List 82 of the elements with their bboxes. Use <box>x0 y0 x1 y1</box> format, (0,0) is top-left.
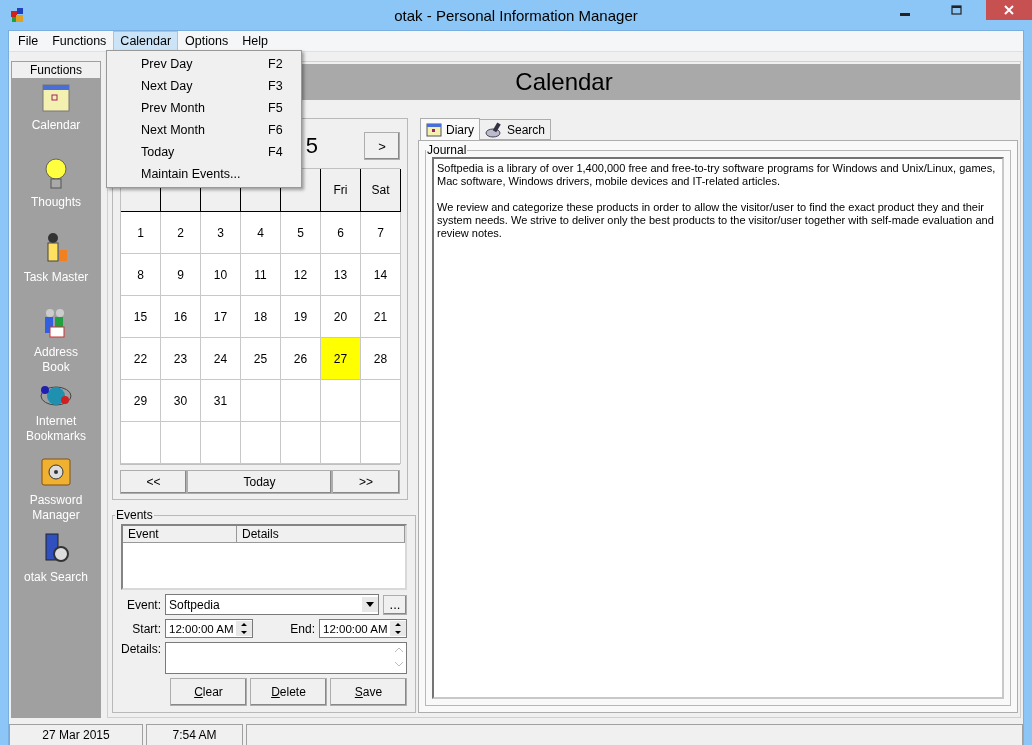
journal-field[interactable]: Softpedia is a library of over 1,400,000 free and free-to-try software programs for Windows and Unix/Linux, games, Mac software, Windows drivers, mobile devices and IT-related articles. We review and categorize these products in order to allow the visitor/user to find the exact product they and their system needs. We strive to deliver only the best products to the visitor/user together with self-made evaluation and review notes. <box>432 157 1004 699</box>
day-cell[interactable]: 25 <box>241 338 281 380</box>
day-cell[interactable]: 20 <box>321 296 361 338</box>
field-label: Details: <box>121 642 161 656</box>
weekday-header: Sat <box>361 169 401 212</box>
day-cell[interactable]: 4 <box>241 212 281 254</box>
menu-entry[interactable]: Next Month F6 <box>107 119 301 141</box>
field-label: End: <box>289 621 315 636</box>
spinner-icon[interactable] <box>390 621 406 636</box>
menu-item[interactable]: Options <box>178 31 236 51</box>
menu-entry[interactable]: Today F4 <box>107 141 301 163</box>
day-cell[interactable]: 28 <box>361 338 401 380</box>
calendar-icon <box>40 82 72 114</box>
day-cell[interactable]: 19 <box>281 296 321 338</box>
magnifier-icon <box>485 121 503 138</box>
day-cell[interactable]: 5 <box>281 212 321 254</box>
day-cell[interactable]: 27 <box>321 338 361 380</box>
day-cell[interactable]: 12 <box>281 254 321 296</box>
sidebar-tab[interactable]: Functions <box>11 61 101 78</box>
tab[interactable]: Diary <box>420 118 480 140</box>
day-cell[interactable]: 21 <box>361 296 401 338</box>
menu-item[interactable]: Calendar <box>113 31 179 51</box>
group-title: Events <box>115 508 154 522</box>
day-cell[interactable]: 26 <box>281 338 321 380</box>
field-label: Event: <box>125 597 161 612</box>
tab[interactable]: Search <box>479 119 552 140</box>
prev-button[interactable]: << <box>120 470 187 494</box>
day-cell[interactable]: 9 <box>161 254 201 296</box>
details-field[interactable] <box>165 642 407 674</box>
action-button[interactable]: Clear <box>170 678 247 706</box>
day-cell[interactable]: 14 <box>361 254 401 296</box>
day-cell[interactable]: 24 <box>201 338 241 380</box>
day-cell[interactable]: 30 <box>161 380 201 422</box>
day-cell[interactable]: 7 <box>361 212 401 254</box>
day-cell[interactable]: 18 <box>241 296 281 338</box>
menu-item[interactable]: Help <box>235 31 275 51</box>
spinner-icon[interactable] <box>236 621 252 636</box>
day-cell[interactable]: 1 <box>121 212 161 254</box>
minimize-icon <box>900 12 910 16</box>
status-time: 7:54 AM <box>146 724 243 745</box>
day-cell[interactable]: 29 <box>121 380 161 422</box>
column-header[interactable]: Details <box>237 526 405 543</box>
menu-entry[interactable]: Next Day F3 <box>107 75 301 97</box>
day-cell[interactable]: 11 <box>241 254 281 296</box>
calendar-icon <box>426 122 442 137</box>
day-cell[interactable]: 31 <box>201 380 241 422</box>
day-cell[interactable]: 3 <box>201 212 241 254</box>
day-cell[interactable]: 22 <box>121 338 161 380</box>
close-button[interactable] <box>986 0 1032 20</box>
menu-entry[interactable]: Maintain Events... <box>107 163 301 185</box>
today-button[interactable]: Today <box>187 470 332 494</box>
day-cell[interactable]: 23 <box>161 338 201 380</box>
day-cell[interactable]: 16 <box>161 296 201 338</box>
action-button[interactable]: Save <box>330 678 407 706</box>
safe-icon <box>40 457 72 489</box>
menu-item[interactable]: Functions <box>45 31 114 51</box>
action-button[interactable]: Delete <box>250 678 327 706</box>
event-dropdown[interactable]: Softpedia <box>165 594 379 615</box>
weekday-header: Fri <box>321 169 361 212</box>
menu-item[interactable]: File <box>11 31 46 51</box>
day-cell[interactable]: 15 <box>121 296 161 338</box>
field-label: Start: <box>131 621 161 636</box>
group-title: Journal <box>426 143 468 157</box>
end-time-field[interactable]: 12:00:00 AM <box>319 619 407 638</box>
menu-entry[interactable]: Prev Month F5 <box>107 97 301 119</box>
day-cell[interactable]: 2 <box>161 212 201 254</box>
month-title: 5 <box>305 133 318 159</box>
window-title: otak - Personal Information Manager <box>394 6 638 24</box>
next-button[interactable]: >> <box>332 470 400 494</box>
more-button[interactable]: ... <box>383 594 407 615</box>
next-month-button[interactable]: > <box>364 132 400 160</box>
close-icon <box>1003 4 1015 16</box>
day-cell[interactable]: 13 <box>321 254 361 296</box>
column-header[interactable]: Event <box>123 526 237 543</box>
day-cell[interactable]: 10 <box>201 254 241 296</box>
day-cell[interactable]: 6 <box>321 212 361 254</box>
events-list[interactable]: Event Details <box>121 524 407 590</box>
start-time-field[interactable]: 12:00:00 AM <box>165 619 253 638</box>
status-date: 27 Mar 2015 <box>9 724 143 745</box>
maximize-icon <box>951 4 963 16</box>
day-cell[interactable]: 8 <box>121 254 161 296</box>
day-cell[interactable]: 17 <box>201 296 241 338</box>
